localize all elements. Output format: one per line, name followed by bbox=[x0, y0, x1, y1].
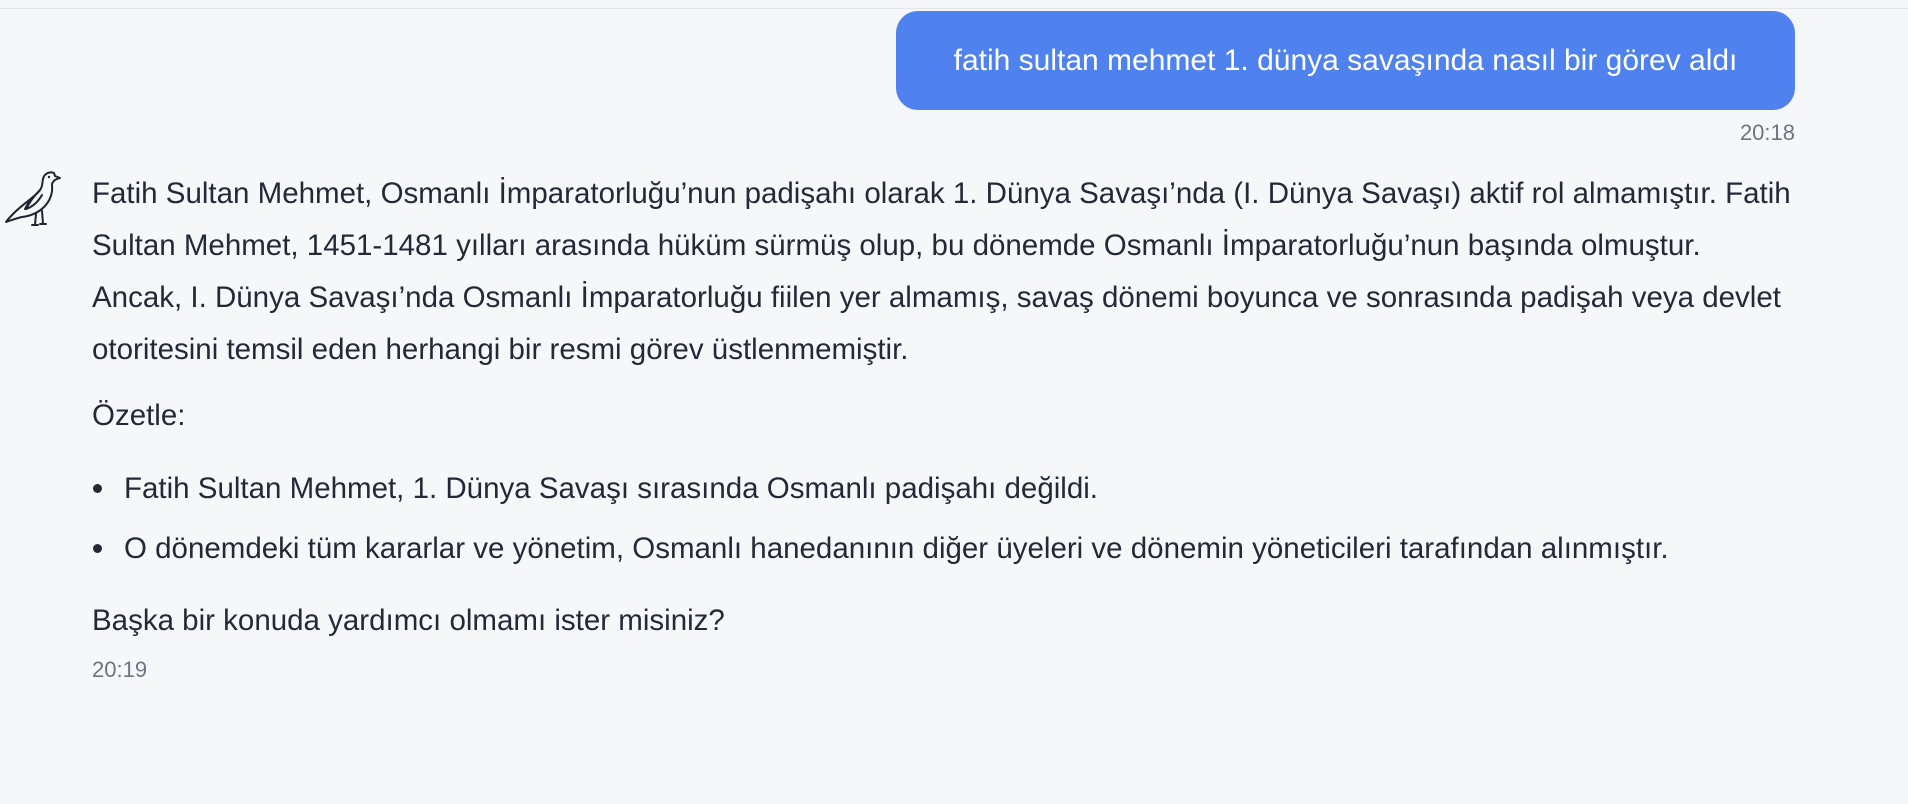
bullet-icon bbox=[93, 484, 102, 493]
bullet-icon bbox=[93, 544, 102, 553]
bird-icon bbox=[2, 165, 70, 233]
assistant-message: Fatih Sultan Mehmet, Osmanlı İmparatorlu… bbox=[92, 168, 1792, 685]
assistant-message-timestamp: 20:19 bbox=[92, 657, 148, 682]
user-message-timestamp: 20:18 bbox=[1739, 120, 1795, 145]
assistant-paragraph: Fatih Sultan Mehmet, Osmanlı İmparatorlu… bbox=[92, 177, 1791, 366]
list-item: O dönemdeki tüm kararlar ve yönetim, Osm… bbox=[93, 523, 1792, 575]
user-message-bubble: fatih sultan mehmet 1. dünya savaşında n… bbox=[896, 11, 1795, 110]
closing-question: Başka bir konuda yardımcı olmamı ister m… bbox=[92, 604, 725, 637]
list-item-text: Fatih Sultan Mehmet, 1. Dünya Savaşı sır… bbox=[124, 472, 1099, 505]
summary-list: Fatih Sultan Mehmet, 1. Dünya Savaşı sır… bbox=[92, 463, 1792, 575]
summary-heading: Özetle: bbox=[92, 399, 186, 432]
list-item-text: O dönemdeki tüm kararlar ve yönetim, Osm… bbox=[124, 532, 1669, 565]
list-item: Fatih Sultan Mehmet, 1. Dünya Savaşı sır… bbox=[93, 463, 1792, 515]
top-divider bbox=[0, 8, 1908, 9]
